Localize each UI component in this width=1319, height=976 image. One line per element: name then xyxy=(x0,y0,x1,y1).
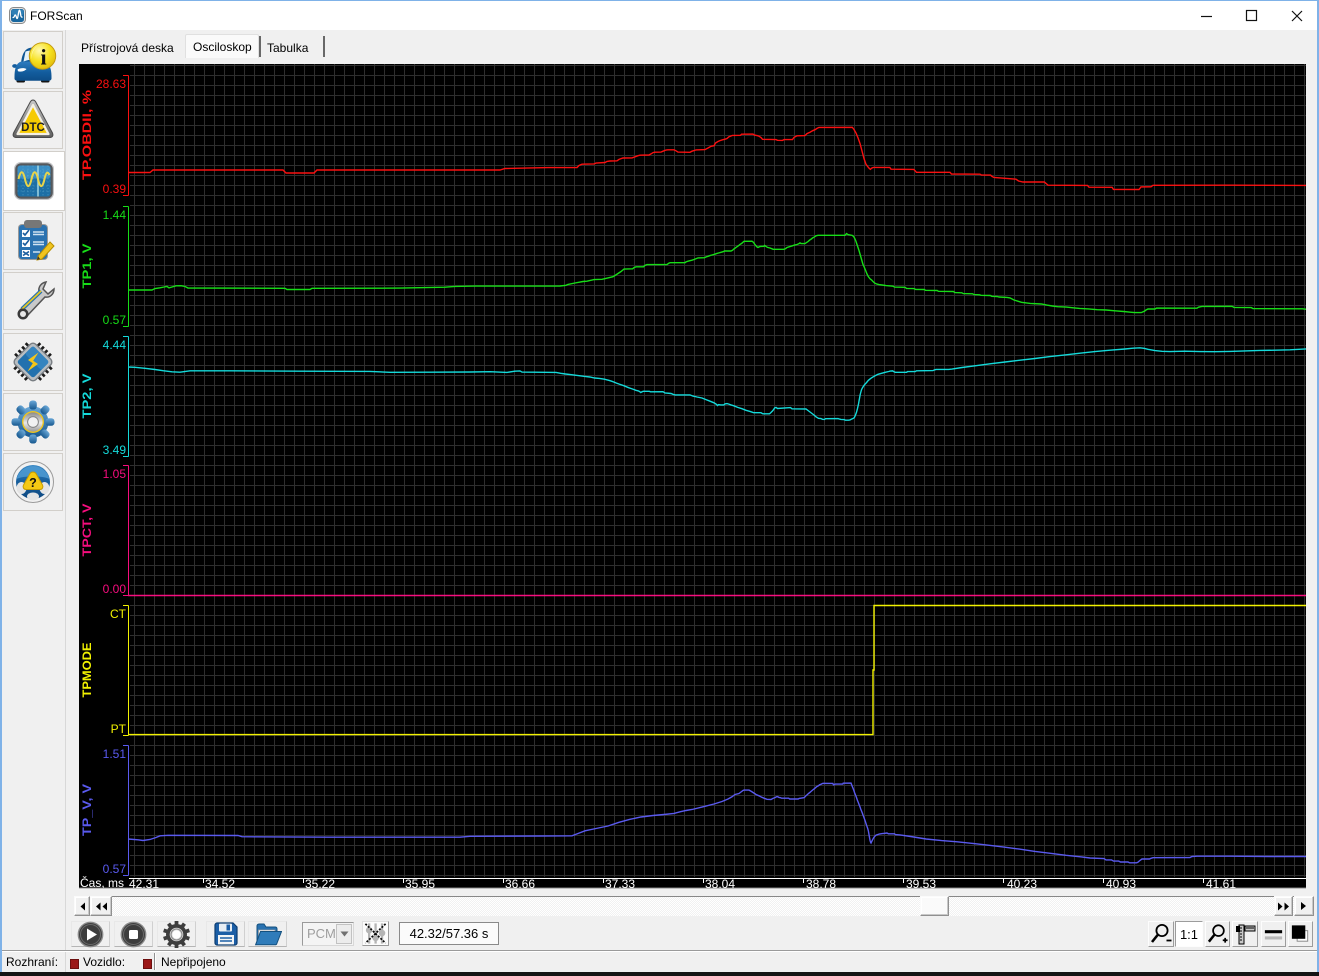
svg-text:TP_V, V: TP_V, V xyxy=(80,784,94,836)
svg-text:40.23: 40.23 xyxy=(1007,877,1037,889)
svg-text:TPMODE: TPMODE xyxy=(80,643,94,698)
svg-text:41.61: 41.61 xyxy=(1206,877,1236,889)
svg-text:DTC: DTC xyxy=(21,122,45,134)
svg-text:40.93: 40.93 xyxy=(1106,877,1136,889)
svg-text:42.31: 42.31 xyxy=(129,877,159,889)
svg-text:35.95: 35.95 xyxy=(405,877,435,889)
svg-text:0.57: 0.57 xyxy=(103,313,127,327)
svg-text:1.05: 1.05 xyxy=(103,467,127,481)
svg-text:0.39: 0.39 xyxy=(103,182,127,196)
svg-text:38.78: 38.78 xyxy=(806,877,836,889)
svg-text:28.63: 28.63 xyxy=(96,77,126,91)
svg-text:4.44: 4.44 xyxy=(103,338,127,352)
svg-text:3.49: 3.49 xyxy=(103,443,127,457)
svg-text:0.00: 0.00 xyxy=(103,582,127,596)
svg-text:TPCT, V: TPCT, V xyxy=(80,504,94,557)
svg-text:i: i xyxy=(40,45,46,70)
svg-text:TP1, V: TP1, V xyxy=(80,244,94,289)
svg-text:?: ? xyxy=(29,476,37,490)
svg-text:TP.OBDII, %: TP.OBDII, % xyxy=(80,90,94,180)
svg-text:PT: PT xyxy=(111,722,127,736)
svg-text:34.52: 34.52 xyxy=(205,877,235,889)
svg-text:39.53: 39.53 xyxy=(906,877,936,889)
svg-text:1.51: 1.51 xyxy=(103,747,127,761)
svg-text:Čas, ms: Čas, ms xyxy=(80,875,124,889)
svg-text:CT: CT xyxy=(110,607,127,621)
svg-text:0.57: 0.57 xyxy=(103,862,127,876)
svg-text:37.33: 37.33 xyxy=(605,877,635,889)
svg-text:1.44: 1.44 xyxy=(103,208,127,222)
svg-text:36.66: 36.66 xyxy=(505,877,535,889)
svg-text:35.22: 35.22 xyxy=(305,877,335,889)
svg-text:38.04: 38.04 xyxy=(705,877,735,889)
svg-text:TP2, V: TP2, V xyxy=(80,374,94,419)
